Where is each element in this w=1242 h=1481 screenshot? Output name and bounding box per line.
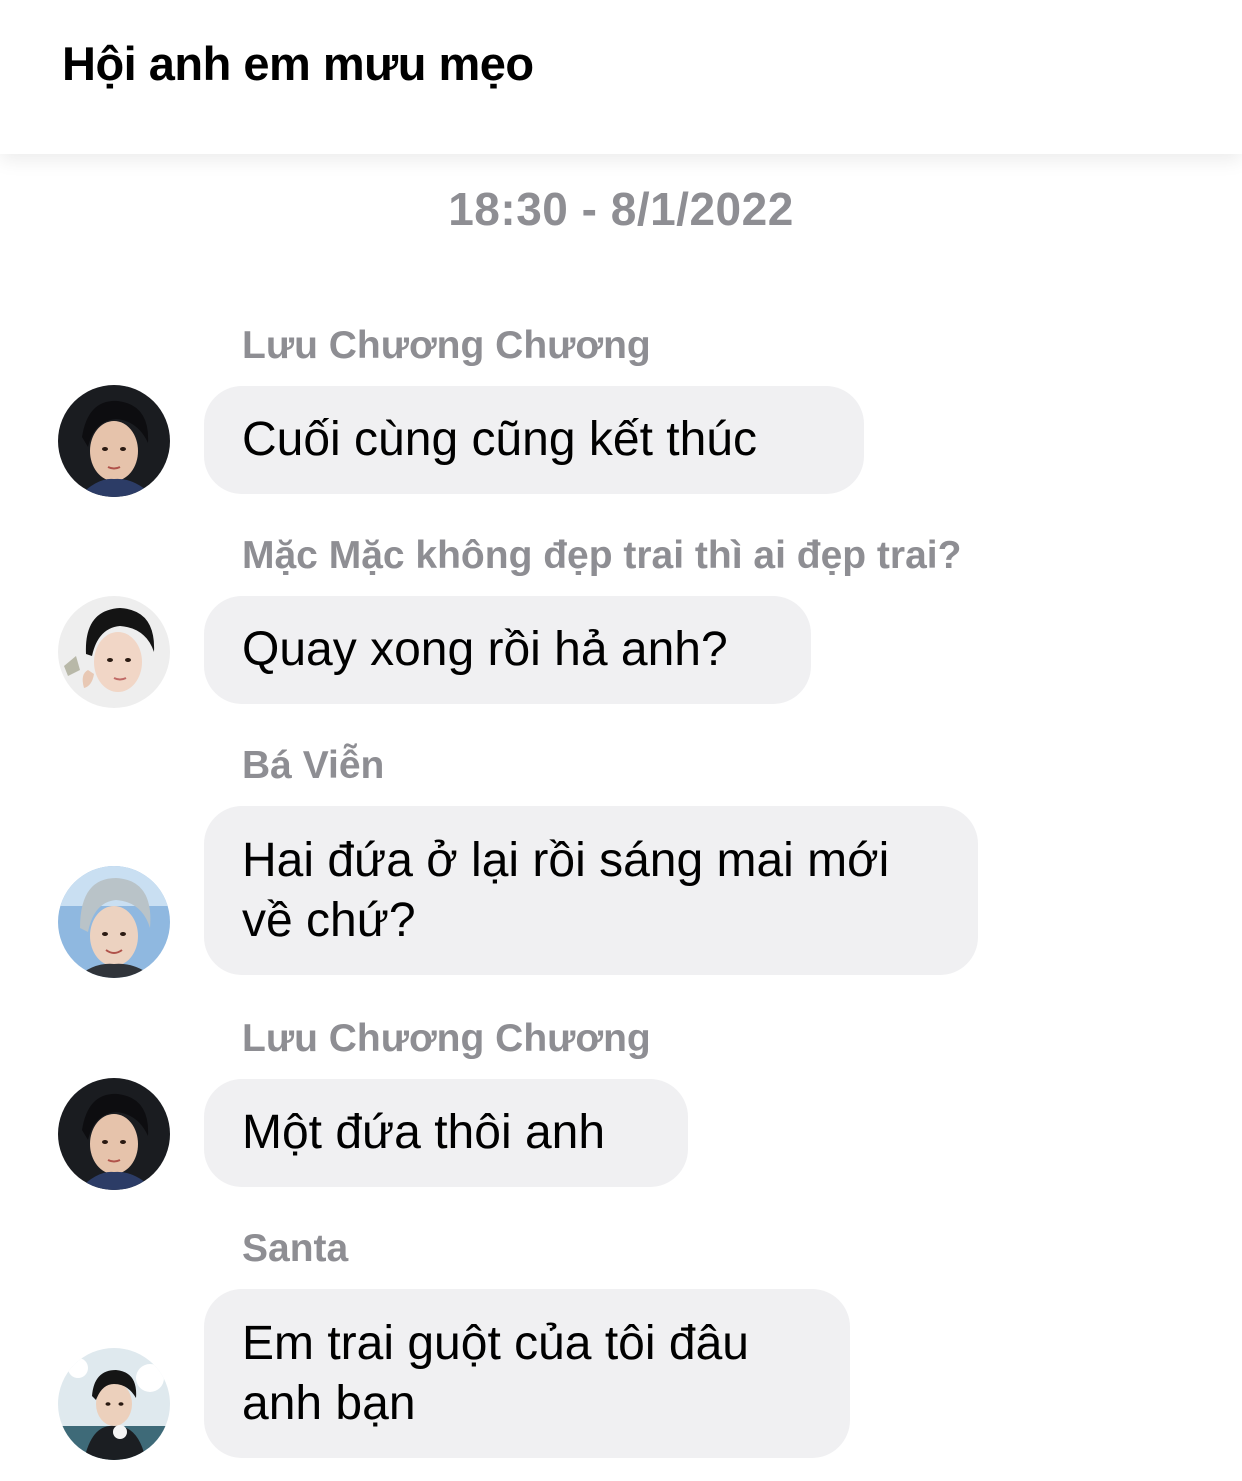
sender-name: Santa xyxy=(242,1227,349,1270)
message-text-line: về chứ? xyxy=(242,894,416,947)
chat-header: Hội anh em mưu mẹo xyxy=(0,0,1242,154)
avatar-dark-hair-icon[interactable] xyxy=(58,1078,170,1190)
message-text-line: Hai đứa ở lại rồi sáng mai mới xyxy=(242,834,890,887)
sender-name: Lưu Chương Chương xyxy=(242,324,651,367)
message-bubble[interactable]: Em trai guột của tôi đâu anh bạn xyxy=(204,1289,850,1458)
message-bubble[interactable]: Hai đứa ở lại rồi sáng mai mới về chứ? xyxy=(204,806,978,975)
timestamp: 18:30 - 8/1/2022 xyxy=(448,183,794,235)
message-text-line: anh bạn xyxy=(242,1377,416,1430)
sender-name: Mặc Mặc không đẹp trai thì ai đẹp trai? xyxy=(242,534,962,577)
message-bubble[interactable]: Cuối cùng cũng kết thúc xyxy=(204,386,864,494)
message-text: Quay xong rồi hả anh? xyxy=(242,623,728,676)
avatar-light-portrait-icon[interactable] xyxy=(58,596,170,708)
message-text: Cuối cùng cũng kết thúc xyxy=(242,413,757,466)
message-text-line: Em trai guột của tôi đâu xyxy=(242,1317,749,1370)
sender-name: Lưu Chương Chương xyxy=(242,1017,651,1060)
message-text: Một đứa thôi anh xyxy=(242,1106,606,1159)
avatar-silver-hair-icon[interactable] xyxy=(58,866,170,978)
message-bubble[interactable]: Quay xong rồi hả anh? xyxy=(204,596,811,704)
sender-name: Bá Viễn xyxy=(242,744,385,787)
avatar-dark-hair-icon[interactable] xyxy=(58,385,170,497)
message-bubble[interactable]: Một đứa thôi anh xyxy=(204,1079,688,1187)
avatar-snow-portrait-icon[interactable] xyxy=(58,1348,170,1460)
chat-title[interactable]: Hội anh em mưu mẹo xyxy=(62,36,534,91)
